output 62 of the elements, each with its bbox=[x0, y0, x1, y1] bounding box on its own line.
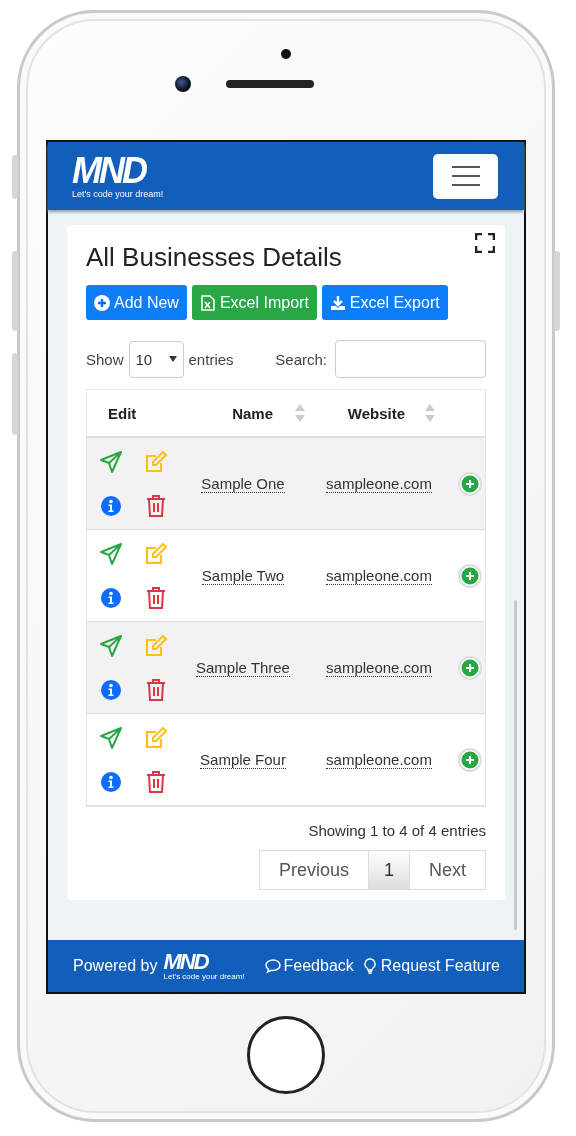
search-field[interactable] bbox=[335, 340, 486, 378]
table-cell: Sample Four bbox=[200, 750, 286, 769]
page-button[interactable]: Previous bbox=[258, 850, 369, 890]
sensor-dot bbox=[281, 49, 291, 59]
sort-icon[interactable] bbox=[425, 404, 435, 422]
expand-row-icon[interactable] bbox=[457, 655, 482, 680]
table-cell: Sample One bbox=[201, 474, 285, 493]
trash-icon[interactable] bbox=[145, 677, 167, 702]
paper-plane-icon[interactable] bbox=[99, 725, 123, 750]
column-header[interactable]: Name bbox=[182, 390, 307, 436]
table-info: Showing 1 to 4 of 4 entries bbox=[308, 822, 486, 839]
page-button[interactable]: 1 bbox=[367, 850, 410, 890]
page-title: All Businesses Details bbox=[86, 241, 343, 273]
expand-row-icon[interactable] bbox=[457, 747, 482, 772]
camera-lens bbox=[174, 76, 191, 92]
paper-plane-icon[interactable] bbox=[99, 541, 123, 566]
powered-by-label: Powered by bbox=[73, 957, 158, 975]
table-cell: sampleone.com bbox=[326, 750, 432, 769]
footer-link[interactable]: Feedback bbox=[264, 957, 354, 975]
download-icon bbox=[329, 294, 346, 311]
logo-text: MND bbox=[72, 152, 146, 189]
logo-tagline: Let's code your dream! bbox=[163, 971, 245, 981]
scrollbar[interactable] bbox=[514, 600, 517, 930]
page-size-select[interactable]: 10 bbox=[128, 340, 184, 378]
fullscreen-icon[interactable] bbox=[475, 233, 495, 253]
spreadsheet-file-icon bbox=[199, 294, 216, 311]
entries-label: Show bbox=[86, 350, 124, 368]
column-header[interactable]: Website bbox=[307, 390, 437, 436]
column-header: Edit bbox=[107, 403, 138, 424]
info-icon[interactable] bbox=[100, 770, 122, 793]
footer-link[interactable]: Request Feature bbox=[361, 957, 500, 975]
info-icon[interactable] bbox=[100, 586, 122, 609]
paper-plane-icon[interactable] bbox=[99, 633, 123, 658]
trash-icon[interactable] bbox=[145, 769, 167, 794]
speech-bubble-icon bbox=[264, 958, 281, 974]
info-icon[interactable] bbox=[100, 494, 122, 517]
menu-button[interactable] bbox=[433, 153, 498, 199]
table-cell: sampleone.com bbox=[326, 658, 432, 677]
expand-row-icon[interactable] bbox=[457, 563, 482, 588]
table-cell: Sample Three bbox=[196, 658, 290, 677]
lightbulb-icon bbox=[361, 958, 378, 974]
table-cell: Sample Two bbox=[201, 566, 285, 585]
add-button[interactable]: Add New bbox=[86, 285, 187, 320]
menu-icon bbox=[450, 165, 481, 187]
edit-icon[interactable] bbox=[144, 541, 168, 566]
plus-circle-icon bbox=[94, 294, 110, 311]
caret-icon bbox=[168, 356, 177, 362]
paper-plane-icon[interactable] bbox=[99, 449, 123, 474]
edit-icon[interactable] bbox=[144, 725, 168, 750]
trash-icon[interactable] bbox=[145, 493, 167, 518]
search-label: Search: bbox=[275, 350, 327, 368]
sort-icon[interactable] bbox=[295, 404, 305, 422]
entries-label: entries bbox=[188, 350, 234, 368]
page-button[interactable]: Next bbox=[409, 850, 486, 890]
table-cell: sampleone.com bbox=[326, 474, 432, 493]
trash-icon[interactable] bbox=[145, 585, 167, 610]
info-icon[interactable] bbox=[100, 678, 122, 701]
table-cell: sampleone.com bbox=[326, 566, 432, 585]
export-button[interactable]: Excel Export bbox=[321, 285, 448, 320]
logo-text: MND bbox=[163, 951, 210, 972]
expand-row-icon[interactable] bbox=[457, 471, 482, 496]
logo-tagline: Let's code your dream! bbox=[72, 188, 164, 200]
